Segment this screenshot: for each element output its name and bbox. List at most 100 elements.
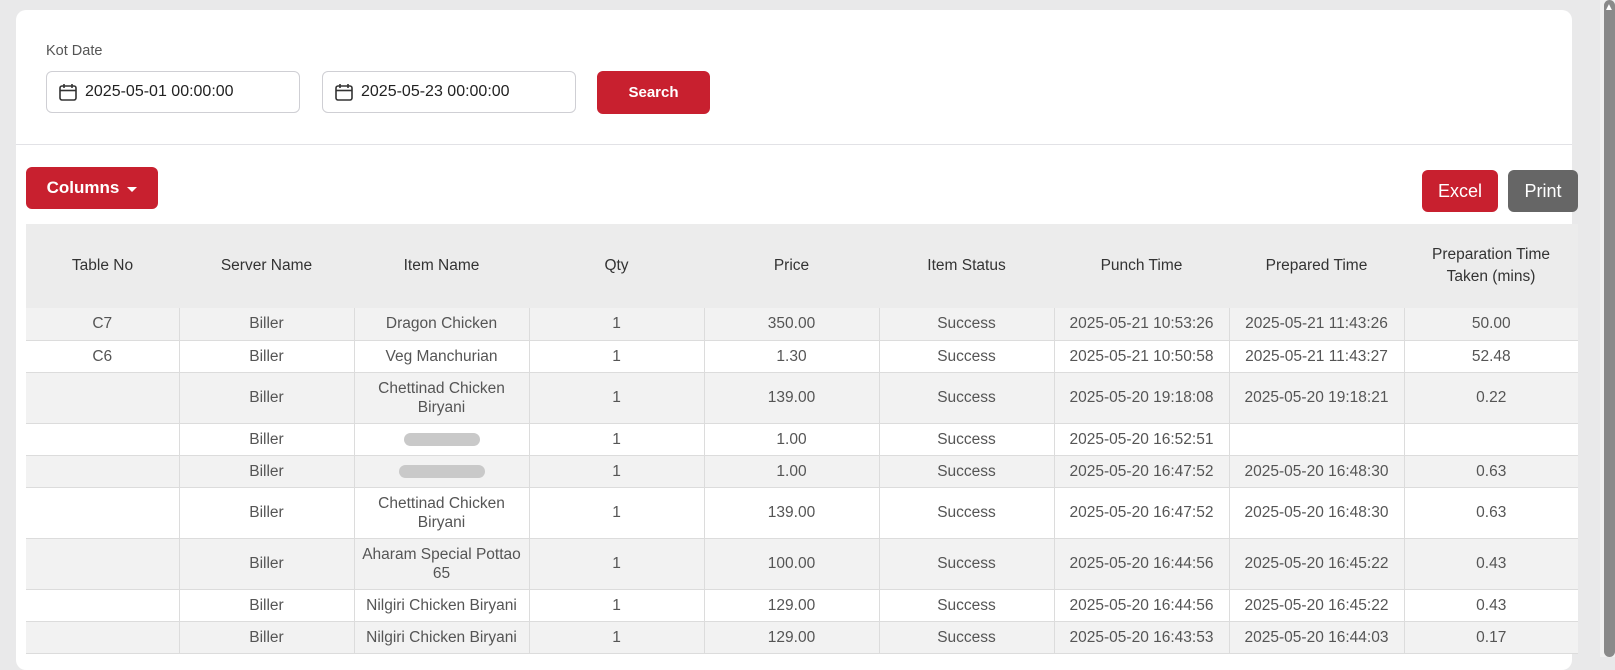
item-name-cell — [353, 455, 529, 488]
time-taken-cell: 0.63 — [1403, 487, 1578, 539]
table-header-row: Table No Server Name Item Name Qty Price… — [26, 224, 1578, 308]
item-status-cell: Success — [878, 372, 1054, 424]
redacted-item-name — [403, 432, 480, 446]
time-taken-cell: 0.22 — [1403, 372, 1578, 424]
table-no-cell — [26, 487, 179, 539]
kot-date-label: Kot Date — [46, 43, 103, 59]
column-header[interactable]: Server Name — [179, 224, 354, 308]
prepared-time-cell: 2025-05-21 11:43:26 — [1228, 308, 1404, 341]
print-button[interactable]: Print — [1508, 170, 1578, 212]
qty-cell: 1 — [528, 340, 704, 373]
table-row: Biller Nilgiri Chicken Biryani 1 129.00 … — [26, 589, 1578, 622]
price-cell: 1.30 — [703, 340, 879, 373]
time-taken-cell: 0.43 — [1403, 538, 1578, 590]
calendar-icon — [57, 81, 79, 103]
table-no-cell — [26, 372, 179, 424]
time-taken-cell: 52.48 — [1403, 340, 1578, 373]
column-header[interactable]: Table No — [26, 224, 179, 308]
qty-cell: 1 — [528, 423, 704, 456]
server-name-cell: Biller — [178, 455, 354, 488]
column-header[interactable]: Item Status — [879, 224, 1054, 308]
price-cell: 350.00 — [703, 308, 879, 341]
server-name-cell: Biller — [178, 340, 354, 373]
item-name-cell: Veg Manchurian — [353, 340, 529, 373]
table-row: Biller Chettinad Chicken Biryani 1 139.0… — [26, 372, 1578, 424]
item-status-cell: Success — [878, 487, 1054, 539]
price-cell: 139.00 — [703, 487, 879, 539]
columns-dropdown-button[interactable]: Columns — [26, 167, 158, 209]
item-name-cell: Aharam Special Pottao 65 — [353, 538, 529, 590]
time-taken-cell: 0.63 — [1403, 455, 1578, 488]
item-name-cell — [353, 423, 529, 456]
item-name-cell: Nilgiri Chicken Biryani — [353, 589, 529, 622]
scrollbar-thumb[interactable] — [1604, 0, 1615, 657]
table-no-cell — [26, 538, 179, 590]
prepared-time-cell: 2025-05-20 16:45:22 — [1228, 589, 1404, 622]
to-date-input[interactable]: 2025-05-23 00:00:00 — [322, 71, 576, 113]
item-name-cell: Nilgiri Chicken Biryani — [353, 621, 529, 654]
redacted-item-name — [398, 464, 485, 478]
search-button[interactable]: Search — [597, 71, 710, 114]
qty-cell: 1 — [528, 308, 704, 341]
table-row: Biller 1 1.00 Success 2025-05-20 16:47:5… — [26, 455, 1578, 488]
punch-time-cell: 2025-05-20 19:18:08 — [1053, 372, 1229, 424]
table-no-cell — [26, 621, 179, 654]
time-taken-cell: 0.17 — [1403, 621, 1578, 654]
punch-time-cell: 2025-05-21 10:50:58 — [1053, 340, 1229, 373]
column-header[interactable]: Item Name — [354, 224, 529, 308]
time-taken-cell — [1403, 423, 1578, 456]
item-status-cell: Success — [878, 538, 1054, 590]
prepared-time-cell: 2025-05-20 16:48:30 — [1228, 487, 1404, 539]
column-header[interactable]: Prepared Time — [1229, 224, 1404, 308]
excel-export-button[interactable]: Excel — [1422, 170, 1498, 212]
column-header[interactable]: Punch Time — [1054, 224, 1229, 308]
price-cell: 129.00 — [703, 589, 879, 622]
prepared-time-cell — [1228, 423, 1404, 456]
table-row: C7 Biller Dragon Chicken 1 350.00 Succes… — [26, 308, 1578, 341]
table-no-cell — [26, 455, 179, 488]
item-status-cell: Success — [878, 455, 1054, 488]
columns-button-label: Columns — [46, 178, 120, 197]
server-name-cell: Biller — [178, 538, 354, 590]
time-taken-cell: 50.00 — [1403, 308, 1578, 341]
table-row: C6 Biller Veg Manchurian 1 1.30 Success … — [26, 340, 1578, 373]
item-status-cell: Success — [878, 308, 1054, 341]
price-cell: 1.00 — [703, 455, 879, 488]
table-no-cell: C6 — [26, 340, 179, 373]
price-cell: 139.00 — [703, 372, 879, 424]
qty-cell: 1 — [528, 538, 704, 590]
column-header[interactable]: Price — [704, 224, 879, 308]
server-name-cell: Biller — [178, 423, 354, 456]
server-name-cell: Biller — [178, 487, 354, 539]
from-date-input[interactable]: 2025-05-01 00:00:00 — [46, 71, 300, 113]
qty-cell: 1 — [528, 455, 704, 488]
prepared-time-cell: 2025-05-20 16:48:30 — [1228, 455, 1404, 488]
prepared-time-cell: 2025-05-20 16:45:22 — [1228, 538, 1404, 590]
table-row: Biller Aharam Special Pottao 65 1 100.00… — [26, 538, 1578, 590]
calendar-icon — [333, 81, 355, 103]
punch-time-cell: 2025-05-20 16:44:56 — [1053, 538, 1229, 590]
column-header[interactable]: Qty — [529, 224, 704, 308]
section-divider — [16, 144, 1572, 145]
punch-time-cell: 2025-05-20 16:47:52 — [1053, 487, 1229, 539]
prepared-time-cell: 2025-05-21 11:43:27 — [1228, 340, 1404, 373]
punch-time-cell: 2025-05-20 16:52:51 — [1053, 423, 1229, 456]
server-name-cell: Biller — [178, 621, 354, 654]
scroll-up-arrow-icon[interactable]: ▲ — [1603, 2, 1615, 14]
item-name-cell: Dragon Chicken — [353, 308, 529, 341]
punch-time-cell: 2025-05-21 10:53:26 — [1053, 308, 1229, 341]
prepared-time-cell: 2025-05-20 19:18:21 — [1228, 372, 1404, 424]
prepared-time-cell: 2025-05-20 16:44:03 — [1228, 621, 1404, 654]
punch-time-cell: 2025-05-20 16:44:56 — [1053, 589, 1229, 622]
qty-cell: 1 — [528, 487, 704, 539]
from-date-value: 2025-05-01 00:00:00 — [85, 83, 234, 100]
item-status-cell: Success — [878, 340, 1054, 373]
server-name-cell: Biller — [178, 308, 354, 341]
table-no-cell — [26, 423, 179, 456]
qty-cell: 1 — [528, 372, 704, 424]
column-header[interactable]: Preparation Time Taken (mins) — [1404, 224, 1578, 308]
server-name-cell: Biller — [178, 372, 354, 424]
caret-down-icon — [127, 186, 138, 192]
kot-report-table: Table No Server Name Item Name Qty Price… — [26, 224, 1578, 654]
to-date-value: 2025-05-23 00:00:00 — [361, 83, 510, 100]
